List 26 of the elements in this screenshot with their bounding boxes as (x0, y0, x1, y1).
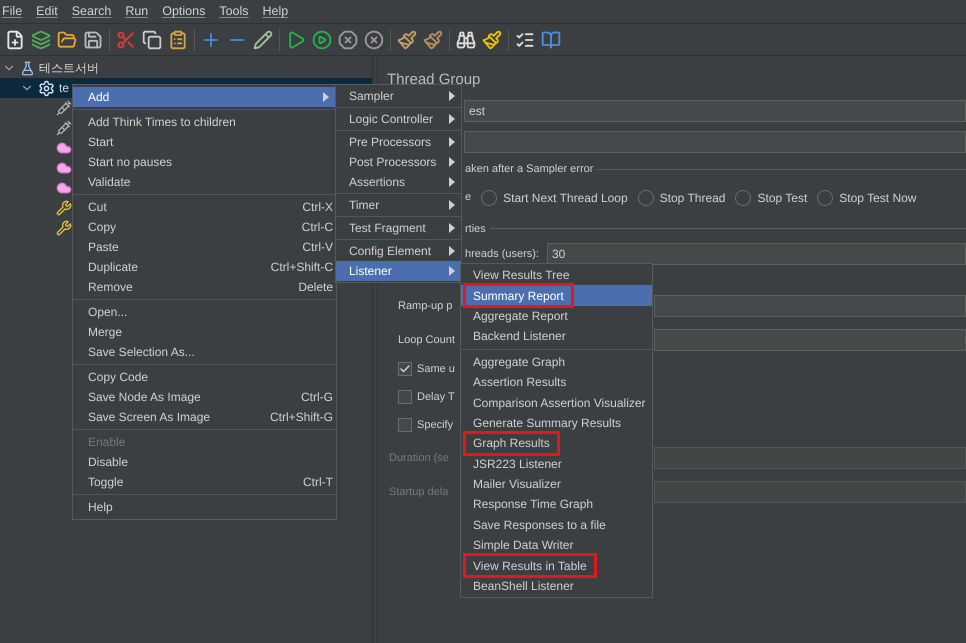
shortcut-label: Ctrl-V (302, 239, 333, 256)
field-label: Duration (se (389, 450, 449, 466)
checkbox-label: Specify (417, 418, 454, 433)
shortcut-label: Ctrl-X (302, 199, 333, 216)
radio-label: Start Next Thread Loop (503, 190, 628, 206)
radio-label: Stop Test (757, 190, 808, 206)
group-legend: aken after a Sampler error (465, 161, 594, 178)
group-legend: rties (465, 220, 486, 237)
shortcut-label: Ctrl+Shift-G (270, 409, 333, 426)
checkbox-label: Same u (417, 362, 455, 377)
shortcut-label: Ctrl-C (302, 219, 333, 236)
shortcut-label: Ctrl-G (301, 389, 333, 406)
panel-title: Thread Group (387, 70, 482, 90)
field-label: Loop Count (398, 332, 455, 348)
tree-label: 테스트서버 (39, 60, 99, 77)
shortcut-label: Delete (298, 279, 333, 296)
radio-label: e (465, 190, 472, 206)
field-label: Ramp-up p (398, 298, 452, 314)
shortcut-label: Ctrl+Shift-C (270, 259, 333, 276)
field-label: hreads (users): (465, 246, 539, 262)
shortcut-label: Ctrl-T (303, 474, 333, 491)
radio-label: Stop Test Now (839, 190, 916, 206)
radio-label: Stop Thread (660, 190, 726, 206)
field-label: Startup dela (389, 484, 448, 500)
checkbox-label: Delay T (417, 390, 455, 405)
tree-label: te (59, 80, 70, 97)
